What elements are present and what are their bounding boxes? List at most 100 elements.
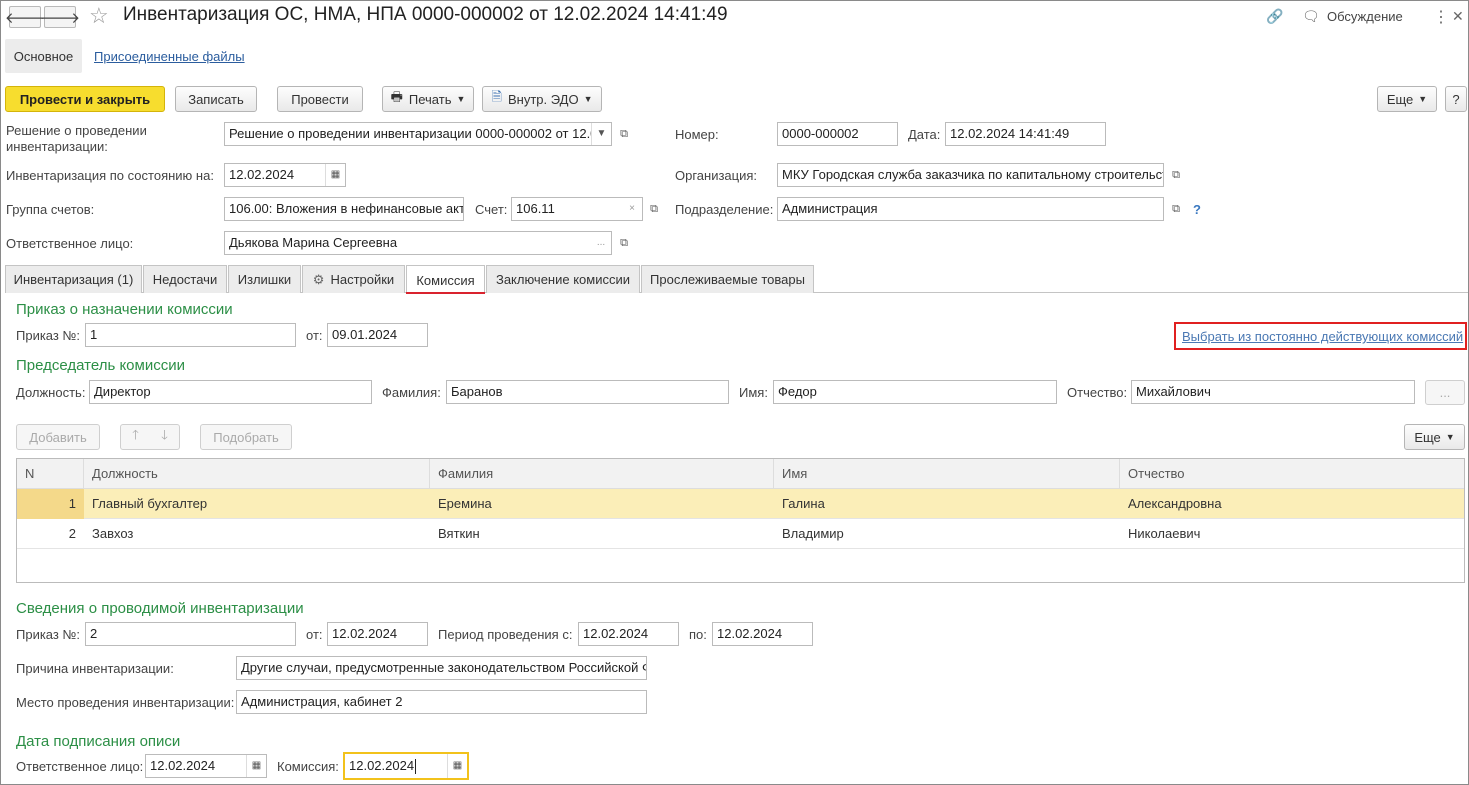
clear-icon[interactable]: × <box>622 198 642 220</box>
period-from-field[interactable]: 12.02.2024 <box>578 622 679 646</box>
date-field[interactable]: 12.02.2024 14:41:49 <box>945 122 1106 146</box>
chair-section-title: Председатель комиссии <box>16 357 185 374</box>
help-icon[interactable]: ? <box>1193 202 1201 217</box>
select-permanent-commission-link[interactable]: Выбрать из постоянно действующих комисси… <box>1182 329 1463 344</box>
number-field[interactable]: 0000-000002 <box>777 122 898 146</box>
info-order-no-field[interactable]: 2 <box>85 622 296 646</box>
open-icon[interactable]: ⧉ <box>1166 198 1186 220</box>
open-icon[interactable]: ⧉ <box>1166 164 1186 186</box>
responsible-field[interactable]: Дьякова Марина Сергеевна... <box>224 231 612 255</box>
column-header-n[interactable]: N <box>17 459 84 489</box>
reason-label: Причина инвентаризации: <box>16 661 174 676</box>
info-from-label: от: <box>306 627 323 642</box>
gear-icon: ⚙ <box>312 271 325 287</box>
chevron-down-icon: ▼ <box>1418 94 1428 104</box>
inventory-info-title: Сведения о проводимой инвентаризации <box>16 600 304 617</box>
decision-field[interactable]: Решение о проведении инвентаризации 0000… <box>224 122 612 146</box>
document-icon: 🗎 <box>491 89 502 104</box>
select-chair-button[interactable]: ... <box>1425 380 1465 405</box>
signing-commission-value: 12.02.2024 <box>349 758 415 773</box>
position-label: Должность: <box>16 385 86 400</box>
main-section-tab[interactable]: Основное <box>5 39 82 73</box>
cell-position: Главный бухгалтер <box>92 496 208 511</box>
column-header-name[interactable]: Имя <box>774 459 1120 489</box>
discussion-icon[interactable]: 🗨 <box>1302 8 1320 25</box>
tab-shortages[interactable]: Недостачи <box>143 265 227 293</box>
chevron-down-icon: ▼ <box>1445 432 1455 442</box>
signing-resp-field[interactable]: 12.02.2024 ▦ <box>145 754 267 778</box>
print-button[interactable]: 🖶 Печать ▼ <box>382 86 474 112</box>
more-menu-icon[interactable]: ⋮ <box>1433 7 1449 27</box>
tab-commission[interactable]: Комиссия <box>406 265 485 294</box>
account-label: Счет: <box>475 202 508 217</box>
patronymic-label: Отчество: <box>1067 385 1128 400</box>
number-label: Номер: <box>675 127 719 142</box>
arrow-up-icon[interactable]: 🡑 <box>132 426 139 448</box>
open-icon[interactable]: ⧉ <box>614 123 634 145</box>
name-field[interactable]: Федор <box>773 380 1057 404</box>
pick-members-button[interactable]: Подобрать <box>200 424 292 450</box>
arrow-down-icon[interactable]: 🡓 <box>161 426 168 448</box>
table-row[interactable]: 1 Главный бухгалтер Еремина Галина Алекс… <box>17 489 1464 519</box>
place-field[interactable]: Администрация, кабинет 2 <box>236 690 647 714</box>
favorite-star-icon[interactable]: ☆ <box>89 3 109 29</box>
info-from-field[interactable]: 12.02.2024 <box>327 622 428 646</box>
dept-field[interactable]: Администрация <box>777 197 1164 221</box>
tab-surpluses[interactable]: Излишки <box>228 265 301 293</box>
calendar-icon[interactable]: ▦ <box>325 164 345 186</box>
order-no-field[interactable]: 1 <box>85 323 296 347</box>
account-field[interactable]: 106.11 × <box>511 197 643 221</box>
select-dots-icon[interactable]: ... <box>591 232 611 254</box>
column-header-surname[interactable]: Фамилия <box>430 459 774 489</box>
tab-inventory[interactable]: Инвентаризация (1) <box>5 265 142 293</box>
add-member-button[interactable]: Добавить <box>16 424 100 450</box>
discussion-link[interactable]: Обсуждение <box>1327 9 1403 24</box>
period-to-field[interactable]: 12.02.2024 <box>712 622 813 646</box>
save-button[interactable]: Записать <box>175 86 257 112</box>
back-button[interactable]: 🡐 <box>5 6 45 28</box>
table-row[interactable]: 2 Завхоз Вяткин Владимир Николаевич <box>17 519 1464 549</box>
help-button[interactable]: ? <box>1445 86 1467 112</box>
surname-field[interactable]: Баранов <box>446 380 729 404</box>
cell-n: 1 <box>17 489 84 519</box>
post-button[interactable]: Провести <box>277 86 363 112</box>
calendar-icon[interactable]: ▦ <box>246 755 266 777</box>
calendar-icon[interactable]: ▦ <box>447 754 467 778</box>
dropdown-icon[interactable]: ▼ <box>591 123 611 145</box>
signing-commission-field[interactable]: 12.02.2024 ▦ <box>343 752 469 780</box>
position-field[interactable]: Директор <box>89 380 372 404</box>
cell-position: Завхоз <box>92 526 134 541</box>
state-date-label: Инвентаризация по состоянию на: <box>6 168 214 183</box>
chevron-down-icon: ▼ <box>583 94 593 104</box>
order-section-title: Приказ о назначении комиссии <box>16 301 233 318</box>
edo-button[interactable]: 🗎 Внутр. ЭДО ▼ <box>482 86 602 112</box>
arrow-right-icon: 🡒 <box>39 9 81 27</box>
patronymic-field[interactable]: Михайлович <box>1131 380 1415 404</box>
cell-patronymic: Николаевич <box>1128 526 1201 541</box>
tab-settings[interactable]: ⚙ Настройки <box>302 265 405 293</box>
column-header-position[interactable]: Должность <box>84 459 430 489</box>
org-field[interactable]: МКУ Городская служба заказчика по капита… <box>777 163 1164 187</box>
order-from-label: от: <box>306 328 323 343</box>
page-title: Инвентаризация ОС, НМА, НПА 0000-000002 … <box>123 4 728 25</box>
table-more-button[interactable]: Еще ▼ <box>1404 424 1465 450</box>
reason-field[interactable]: Другие случаи, предусмотренные законодат… <box>236 656 647 680</box>
cell-n: 2 <box>68 526 76 541</box>
state-date-field[interactable]: 12.02.2024 ▦ <box>224 163 346 187</box>
tab-conclusion[interactable]: Заключение комиссии <box>486 265 640 293</box>
signing-resp-label: Ответственное лицо: <box>16 759 144 774</box>
more-button[interactable]: Еще ▼ <box>1377 86 1437 112</box>
signing-section-title: Дата подписания описи <box>16 733 181 750</box>
open-icon[interactable]: ⧉ <box>644 198 664 220</box>
column-header-patronymic[interactable]: Отчество <box>1120 459 1464 489</box>
order-from-field[interactable]: 09.01.2024 <box>327 323 428 347</box>
attached-files-link[interactable]: Присоединенные файлы <box>94 49 245 64</box>
tab-traceable-goods[interactable]: Прослеживаемые товары <box>641 265 814 293</box>
tab-settings-label: Настройки <box>330 272 395 287</box>
forward-button[interactable]: 🡒 <box>40 6 80 28</box>
post-and-close-button[interactable]: Провести и закрыть <box>5 86 165 112</box>
account-group-field[interactable]: 106.00: Вложения в нефинансовые активы <box>224 197 464 221</box>
close-icon[interactable]: ✕ <box>1452 8 1464 25</box>
open-icon[interactable]: ⧉ <box>614 232 634 254</box>
link-icon[interactable]: 🔗 <box>1266 8 1283 25</box>
